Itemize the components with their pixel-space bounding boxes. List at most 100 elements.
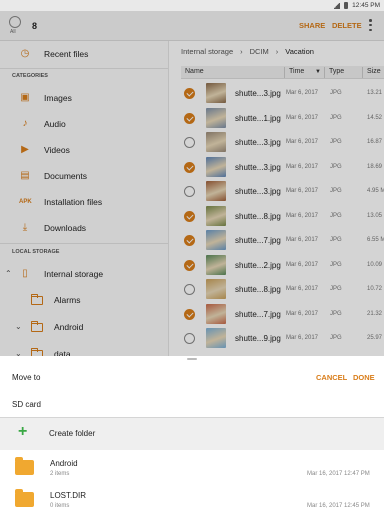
folder-icon [31, 294, 43, 305]
delete-button[interactable]: DELETE [332, 21, 362, 30]
chevron-down-icon[interactable]: ⌄ [15, 349, 22, 356]
file-size: 21.32 [367, 310, 383, 317]
sidebar-folder-alarms[interactable]: Alarms [0, 287, 168, 313]
chevron-down-icon[interactable]: ⌄ [15, 322, 22, 331]
chevron-right-icon: › [275, 47, 279, 56]
file-type: JPG [330, 163, 342, 170]
sidebar-item-installation-files[interactable]: APK Installation files [0, 189, 168, 215]
column-size[interactable]: Size [367, 68, 381, 75]
music-note-icon: ♪ [22, 118, 28, 129]
row-checkbox[interactable] [184, 235, 195, 246]
file-row[interactable]: shutte...3.jpg Mar 6, 2017 JPG 4.95 M [169, 179, 384, 204]
sort-down-icon[interactable]: ▼ [315, 69, 321, 75]
folder-name: Android [50, 459, 78, 468]
file-size: 18.69 [367, 163, 383, 170]
folder-date: Mar 16, 2017 12:45 PM [307, 503, 370, 509]
row-checkbox[interactable] [184, 137, 195, 148]
file-size: 25.97 [367, 335, 383, 341]
file-time: Mar 6, 2017 [286, 139, 319, 145]
file-type: JPG [330, 114, 342, 121]
breadcrumb-current: Vacation [285, 47, 314, 56]
breadcrumb-item[interactable]: DCIM [250, 47, 269, 56]
selection-toolbar: All 8 SHARE DELETE [0, 11, 384, 41]
image-thumbnail [206, 230, 226, 250]
image-thumbnail [206, 156, 226, 177]
file-name: shutte...3.jpg [235, 89, 281, 98]
file-size: 6.55 M [367, 237, 384, 243]
row-checkbox[interactable] [184, 259, 195, 271]
sidebar-folder-android[interactable]: ⌄ Android [0, 314, 168, 340]
sd-card-label: SD card [12, 400, 41, 409]
sidebar-item-documents[interactable]: ▤ Documents [0, 163, 168, 189]
column-name[interactable]: Name [185, 68, 204, 75]
image-thumbnail [206, 279, 226, 299]
done-button[interactable]: DONE [353, 373, 375, 382]
clock-icon: ◷ [20, 48, 30, 59]
create-folder-button[interactable]: + Create folder [0, 418, 384, 450]
file-time: Mar 6, 2017 [286, 310, 319, 317]
sidebar-item-label: Installation files [44, 197, 103, 207]
breadcrumb-item[interactable]: Internal storage [181, 47, 233, 56]
file-manager-background: All 8 SHARE DELETE ◷ Recent files CATEGO… [0, 11, 384, 356]
file-name: shutte...8.jpg [235, 285, 281, 294]
share-button[interactable]: SHARE [299, 21, 325, 30]
cancel-button[interactable]: CANCEL [316, 373, 347, 382]
file-row[interactable]: shutte...8.jpg Mar 6, 2017 JPG 10.72 [169, 277, 384, 302]
file-row[interactable]: shutte...7.jpg Mar 6, 2017 JPG 21.32 [169, 302, 384, 327]
file-type: JPG [330, 261, 342, 268]
file-time: Mar 6, 2017 [286, 261, 319, 268]
folder-icon [31, 321, 43, 332]
image-thumbnail [206, 83, 226, 103]
sidebar-item-videos[interactable]: ▶ Videos [0, 137, 168, 163]
folder-item-count: 2 items [50, 471, 70, 477]
image-thumbnail [206, 328, 226, 348]
column-divider [362, 67, 363, 78]
row-checkbox[interactable] [184, 88, 195, 99]
file-type: JPG [330, 237, 342, 243]
file-row[interactable]: shutte...1.jpg Mar 6, 2017 JPG 14.52 [169, 106, 384, 131]
chevron-up-icon[interactable]: ⌃ [5, 269, 12, 278]
file-name: shutte...8.jpg [235, 211, 281, 221]
row-checkbox[interactable] [184, 161, 195, 173]
move-to-title: Move to [12, 373, 41, 382]
row-checkbox[interactable] [184, 112, 195, 124]
file-row[interactable]: shutte...3.jpg Mar 6, 2017 JPG 13.21 [169, 81, 384, 106]
sidebar-item-images[interactable]: ▣ Images [0, 85, 168, 111]
column-type[interactable]: Type [329, 68, 344, 75]
sidebar-item-recent-files[interactable]: ◷ Recent files [0, 41, 168, 67]
file-row[interactable]: shutte...9.jpg Mar 6, 2017 JPG 25.97 [169, 326, 384, 351]
sidebar-item-label: Alarms [54, 295, 81, 305]
breadcrumb: Internal storage › DCIM › Vacation [181, 47, 314, 56]
file-size: 13.05 [367, 212, 383, 219]
file-size: 14.52 [367, 114, 383, 121]
file-row[interactable]: shutte...3.jpg Mar 6, 2017 JPG 18.69 [169, 155, 384, 180]
sidebar-item-downloads[interactable]: ⤓ Downloads [0, 215, 168, 241]
file-time: Mar 6, 2017 [286, 237, 319, 243]
sidebar-item-internal-storage[interactable]: ⌃ ▯ Internal storage [0, 261, 168, 287]
sidebar-item-audio[interactable]: ♪ Audio [0, 111, 168, 137]
download-icon: ⤓ [22, 222, 28, 233]
row-checkbox[interactable] [184, 186, 195, 197]
destination-folder-lost-dir[interactable]: LOST.DIR 0 items Mar 16, 2017 12:45 PM [0, 484, 384, 512]
file-time: Mar 6, 2017 [286, 335, 319, 341]
sidebar-folder-data[interactable]: ⌄ data [0, 341, 168, 356]
destination-folder-android[interactable]: Android 2 items Mar 16, 2017 12:47 PM [0, 452, 384, 486]
file-row[interactable]: shutte...3.jpg Mar 6, 2017 JPG 16.87 [169, 130, 384, 155]
image-thumbnail [206, 132, 226, 152]
file-row[interactable]: shutte...2.jpg Mar 6, 2017 JPG 10.09 [169, 253, 384, 278]
folder-item-count: 0 items [50, 503, 70, 509]
status-time: 12:45 PM [352, 2, 380, 9]
column-time[interactable]: Time [289, 68, 304, 75]
file-row[interactable]: shutte...7.jpg Mar 6, 2017 JPG 6.55 M [169, 228, 384, 253]
selected-count: 8 [32, 21, 38, 31]
row-checkbox[interactable] [184, 210, 195, 222]
row-checkbox[interactable] [184, 333, 195, 344]
file-row[interactable]: shutte...8.jpg Mar 6, 2017 JPG 13.05 [169, 204, 384, 229]
row-checkbox[interactable] [184, 308, 195, 320]
row-checkbox[interactable] [184, 284, 195, 295]
more-options-icon[interactable] [369, 19, 372, 31]
move-to-header: Move to CANCEL DONE [0, 360, 384, 388]
select-all-checkbox[interactable] [9, 16, 21, 28]
file-time: Mar 6, 2017 [286, 188, 319, 194]
sd-card-item[interactable]: SD card [0, 395, 384, 417]
